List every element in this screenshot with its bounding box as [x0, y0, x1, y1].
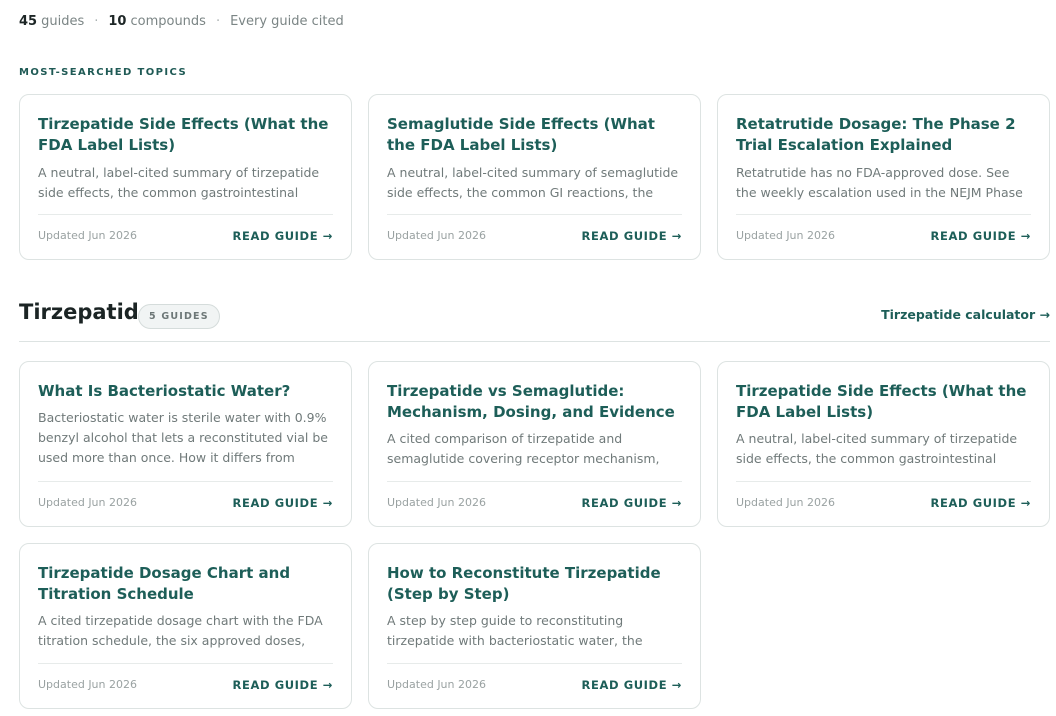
read-guide-link[interactable]: READ GUIDE → [582, 229, 682, 243]
card-description: Retatrutide has no FDA-approved dose. Se… [736, 165, 1023, 200]
guide-card[interactable]: Tirzepatide Dosage Chart and Titration S… [19, 543, 352, 709]
card-title[interactable]: Tirzepatide Side Effects (What the FDA L… [736, 381, 1031, 423]
read-guide-link[interactable]: READ GUIDE → [931, 229, 1031, 243]
card-description: A step by step guide to reconstituting t… [387, 613, 643, 648]
card-title[interactable]: Tirzepatide Dosage Chart and Titration S… [38, 563, 333, 605]
card-title[interactable]: Tirzepatide vs Semaglutide: Mechanism, D… [387, 381, 682, 423]
card-divider [38, 663, 333, 664]
read-guide-link[interactable]: READ GUIDE → [233, 496, 333, 510]
topic-card[interactable]: Retatrutide Dosage: The Phase 2 Trial Es… [717, 94, 1050, 260]
separator-dot: · [94, 14, 99, 29]
calculator-link[interactable]: Tirzepatide calculator → [881, 307, 1050, 322]
guide-card[interactable]: Tirzepatide vs Semaglutide: Mechanism, D… [368, 361, 701, 527]
card-divider [38, 481, 333, 482]
separator-dot: · [215, 14, 221, 29]
card-title[interactable]: Semaglutide Side Effects (What the FDA L… [387, 114, 682, 156]
guides-count: 45 [19, 14, 38, 29]
card-description: Bacteriostatic water is sterile water wi… [38, 410, 328, 465]
guide-card[interactable]: Tirzepatide Side Effects (What the FDA L… [717, 361, 1050, 527]
most-searched-heading: MOST-SEARCHED TOPICS [19, 67, 188, 78]
guide-count-badge: 5 GUIDES [138, 304, 220, 329]
card-divider [387, 214, 682, 215]
compounds-count: 10 [108, 14, 127, 29]
cited-label: Every guide cited [230, 14, 344, 29]
read-guide-link[interactable]: READ GUIDE → [931, 496, 1031, 510]
card-title[interactable]: How to Reconstitute Tirzepatide (Step by… [387, 563, 682, 605]
read-guide-link[interactable]: READ GUIDE → [582, 678, 682, 692]
card-updated: Updated Jun 2026 [387, 496, 486, 509]
topic-card[interactable]: Tirzepatide Side Effects (What the FDA L… [19, 94, 352, 260]
guides-label: guides [41, 14, 85, 29]
card-divider [736, 481, 1031, 482]
card-title[interactable]: Retatrutide Dosage: The Phase 2 Trial Es… [736, 114, 1031, 156]
card-updated: Updated Jun 2026 [387, 229, 486, 242]
card-description: A neutral, label-cited summary of tirzep… [38, 165, 320, 200]
section-divider [19, 341, 1050, 342]
card-divider [38, 214, 333, 215]
card-updated: Updated Jun 2026 [38, 678, 137, 691]
card-updated: Updated Jun 2026 [387, 678, 486, 691]
guide-card[interactable]: How to Reconstitute Tirzepatide (Step by… [368, 543, 701, 709]
topic-card[interactable]: Semaglutide Side Effects (What the FDA L… [368, 94, 701, 260]
card-description: A cited tirzepatide dosage chart with th… [38, 613, 323, 648]
card-updated: Updated Jun 2026 [736, 229, 835, 242]
card-description: A neutral, label-cited summary of tirzep… [736, 431, 1018, 466]
card-title[interactable]: Tirzepatide Side Effects (What the FDA L… [38, 114, 333, 156]
read-guide-link[interactable]: READ GUIDE → [233, 229, 333, 243]
card-divider [736, 214, 1031, 215]
read-guide-link[interactable]: READ GUIDE → [233, 678, 333, 692]
card-updated: Updated Jun 2026 [736, 496, 835, 509]
card-description: A neutral, label-cited summary of semagl… [387, 165, 679, 200]
guide-card[interactable]: What Is Bacteriostatic Water? Bacteriost… [19, 361, 352, 527]
card-updated: Updated Jun 2026 [38, 229, 137, 242]
card-divider [387, 663, 682, 664]
stats-bar: 45 guides · 10 compounds · Every guide c… [19, 14, 344, 29]
card-divider [387, 481, 682, 482]
card-title[interactable]: What Is Bacteriostatic Water? [38, 381, 333, 402]
card-description: A cited comparison of tirzepatide and se… [387, 431, 660, 466]
read-guide-link[interactable]: READ GUIDE → [582, 496, 682, 510]
card-updated: Updated Jun 2026 [38, 496, 137, 509]
section-title: Tirzepatide [19, 300, 154, 324]
compounds-label: compounds [130, 14, 206, 29]
